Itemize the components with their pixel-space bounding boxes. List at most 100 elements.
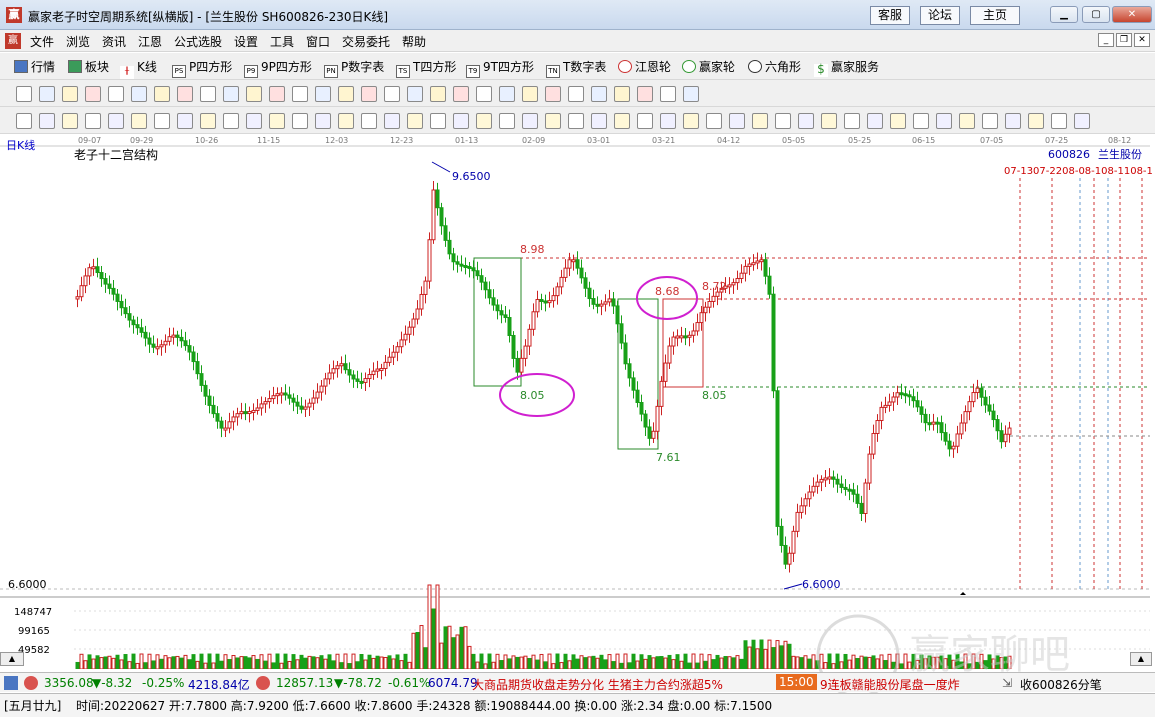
tool-button-icon[interactable] [568, 86, 584, 102]
tool-button-icon[interactable] [39, 113, 55, 129]
tool-button-icon[interactable] [614, 113, 630, 129]
tool-button-icon[interactable] [200, 86, 216, 102]
tool-button-icon[interactable] [85, 86, 101, 102]
menu-info[interactable]: 资讯 [102, 33, 126, 50]
tool-button-icon[interactable] [683, 113, 699, 129]
tool-button-icon[interactable] [821, 113, 837, 129]
tool-button-icon[interactable] [16, 113, 32, 129]
tb-quotes[interactable]: 行情 [14, 58, 55, 76]
tool-button-icon[interactable] [39, 86, 55, 102]
tool-button-icon[interactable] [177, 86, 193, 102]
tool-button-icon[interactable] [545, 113, 561, 129]
mdi-restore-button[interactable]: ❐ [1116, 33, 1132, 47]
close-button[interactable]: ✕ [1112, 6, 1152, 23]
tool-button-icon[interactable] [660, 113, 676, 129]
menu-tools[interactable]: 工具 [270, 33, 294, 50]
tool-button-icon[interactable] [637, 86, 653, 102]
tool-button-icon[interactable] [844, 113, 860, 129]
tool-button-icon[interactable] [1051, 113, 1067, 129]
tb-p-square[interactable]: PS P四方形 [172, 58, 232, 78]
menu-trade[interactable]: 交易委托 [342, 33, 390, 50]
tool-button-icon[interactable] [959, 113, 975, 129]
tool-button-icon[interactable] [591, 113, 607, 129]
kline-chart[interactable]: 09-07 09-29 10-26 11-15 12-03 12-23 01-13 02-09… [0, 134, 1155, 670]
menu-gann[interactable]: 江恩 [138, 33, 162, 50]
tool-button-icon[interactable] [361, 86, 377, 102]
tool-button-icon[interactable] [407, 86, 423, 102]
tool-button-icon[interactable] [246, 113, 262, 129]
tool-button-icon[interactable] [453, 113, 469, 129]
tool-button-icon[interactable] [982, 113, 998, 129]
tool-button-icon[interactable] [361, 113, 377, 129]
tb-t-number-table[interactable]: TN T数字表 [546, 58, 606, 78]
tool-button-icon[interactable] [85, 113, 101, 129]
tb-hexagon[interactable]: 六角形 [748, 58, 801, 76]
tb-p-number-table[interactable]: PN P数字表 [324, 58, 384, 78]
menu-file[interactable]: 文件 [30, 33, 54, 50]
tool-button-icon[interactable] [867, 113, 883, 129]
tool-button-icon[interactable] [223, 86, 239, 102]
tool-button-icon[interactable] [108, 113, 124, 129]
tool-button-icon[interactable] [223, 113, 239, 129]
maximize-button[interactable]: ▢ [1082, 6, 1110, 23]
tool-button-icon[interactable] [568, 113, 584, 129]
tick-data-link[interactable]: 收600826分笔 [1020, 676, 1102, 693]
scroll-left-button[interactable]: ▲ [0, 652, 24, 666]
tool-button-icon[interactable] [384, 113, 400, 129]
tb-sectors[interactable]: 板块 [68, 58, 109, 76]
tb-t-square[interactable]: TS T四方形 [396, 58, 456, 78]
menu-window[interactable]: 窗口 [306, 33, 330, 50]
tool-button-icon[interactable] [913, 113, 929, 129]
forum-button[interactable]: 论坛 [920, 6, 960, 25]
tool-button-icon[interactable] [706, 113, 722, 129]
tool-button-icon[interactable] [154, 113, 170, 129]
tb-9t-square[interactable]: T9 9T四方形 [466, 58, 534, 78]
tool-button-icon[interactable] [752, 113, 768, 129]
tool-button-icon[interactable] [269, 86, 285, 102]
news-ticker-2[interactable]: 9连板赣能股份尾盘一度炸 [820, 676, 960, 693]
tool-button-icon[interactable] [476, 113, 492, 129]
tool-button-icon[interactable] [499, 86, 515, 102]
mdi-close-button[interactable]: ✕ [1134, 33, 1150, 47]
tool-button-icon[interactable] [936, 113, 952, 129]
mdi-minimize-button[interactable]: _ [1098, 33, 1114, 47]
tool-button-icon[interactable] [660, 86, 676, 102]
tb-kline[interactable]: ╫ K线 [120, 58, 157, 79]
tool-button-icon[interactable] [315, 86, 331, 102]
tool-button-icon[interactable] [545, 86, 561, 102]
tool-button-icon[interactable] [614, 86, 630, 102]
menu-browse[interactable]: 浏览 [66, 33, 90, 50]
tool-button-icon[interactable] [177, 113, 193, 129]
minimize-button[interactable]: ▁ [1050, 6, 1078, 23]
tool-button-icon[interactable] [453, 86, 469, 102]
tool-button-icon[interactable] [522, 86, 538, 102]
menu-settings[interactable]: 设置 [234, 33, 258, 50]
tool-button-icon[interactable] [683, 86, 699, 102]
tool-button-icon[interactable] [200, 113, 216, 129]
tool-button-icon[interactable] [108, 86, 124, 102]
tool-button-icon[interactable] [131, 86, 147, 102]
tool-button-icon[interactable] [292, 113, 308, 129]
tool-button-icon[interactable] [338, 113, 354, 129]
home-button[interactable]: 主页 [970, 6, 1020, 25]
tool-button-icon[interactable] [131, 113, 147, 129]
tool-button-icon[interactable] [1005, 113, 1021, 129]
tool-button-icon[interactable] [499, 113, 515, 129]
menu-help[interactable]: 帮助 [402, 33, 426, 50]
tb-winner-service[interactable]: $ 赢家服务 [814, 58, 879, 77]
service-button[interactable]: 客服 [870, 6, 910, 25]
tool-button-icon[interactable] [775, 113, 791, 129]
tool-button-icon[interactable] [729, 113, 745, 129]
tool-button-icon[interactable] [1028, 113, 1044, 129]
tool-button-icon[interactable] [154, 86, 170, 102]
tool-button-icon[interactable] [407, 113, 423, 129]
news-ticker-1[interactable]: 大商品期货收盘走势分化 生猪主力合约涨超5% [472, 676, 723, 693]
tool-button-icon[interactable] [591, 86, 607, 102]
tool-button-icon[interactable] [637, 113, 653, 129]
tool-button-icon[interactable] [798, 113, 814, 129]
scroll-right-button[interactable]: ▲ [1130, 652, 1152, 666]
menu-formula[interactable]: 公式选股 [174, 33, 222, 50]
tool-button-icon[interactable] [62, 113, 78, 129]
tool-button-icon[interactable] [384, 86, 400, 102]
tool-button-icon[interactable] [1074, 113, 1090, 129]
